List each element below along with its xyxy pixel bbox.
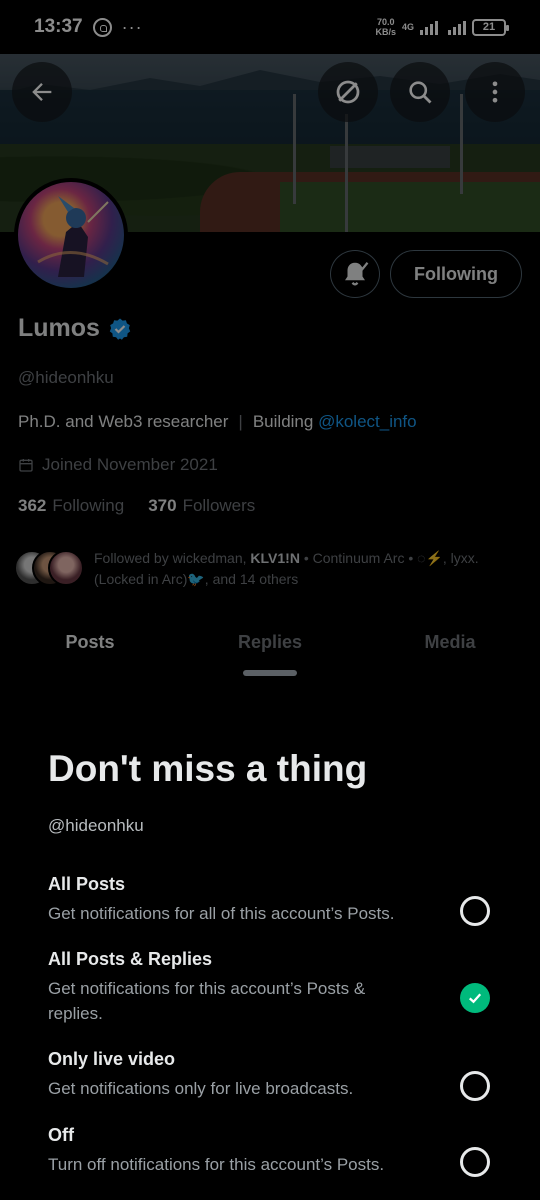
- sheet-handle: @hideonhku: [48, 816, 144, 835]
- option-title: All Posts: [48, 874, 126, 894]
- radio-button-checked[interactable]: [460, 983, 490, 1013]
- sheet-backdrop[interactable]: [0, 0, 540, 676]
- radio-button[interactable]: [460, 1147, 490, 1177]
- option-desc: Get notifications only for live broadcas…: [48, 1079, 354, 1098]
- notification-settings-sheet: Don't miss a thing @hideonhku All Posts …: [0, 670, 540, 1200]
- checkmark-icon: [468, 993, 482, 1004]
- option-live-video[interactable]: Only live video Get notifications only f…: [48, 1049, 508, 1101]
- radio-button[interactable]: [460, 896, 490, 926]
- option-desc: Turn off notifications for this account’…: [48, 1155, 385, 1174]
- option-desc: Get notifications for all of this accoun…: [48, 904, 395, 923]
- radio-button[interactable]: [460, 1071, 490, 1101]
- option-title: Only live video: [48, 1049, 176, 1069]
- sheet-grabber[interactable]: [243, 670, 297, 676]
- option-title: Off: [48, 1125, 74, 1145]
- option-all-posts[interactable]: All Posts Get notifications for all of t…: [48, 874, 508, 926]
- option-all-posts-replies[interactable]: All Posts & Replies Get notifications fo…: [48, 949, 508, 1026]
- sheet-title: Don't miss a thing: [48, 748, 368, 789]
- option-title: All Posts & Replies: [48, 949, 213, 969]
- option-off[interactable]: Off Turn off notifications for this acco…: [48, 1125, 508, 1177]
- option-desc: Get notifications for this account’s Pos…: [48, 979, 366, 1023]
